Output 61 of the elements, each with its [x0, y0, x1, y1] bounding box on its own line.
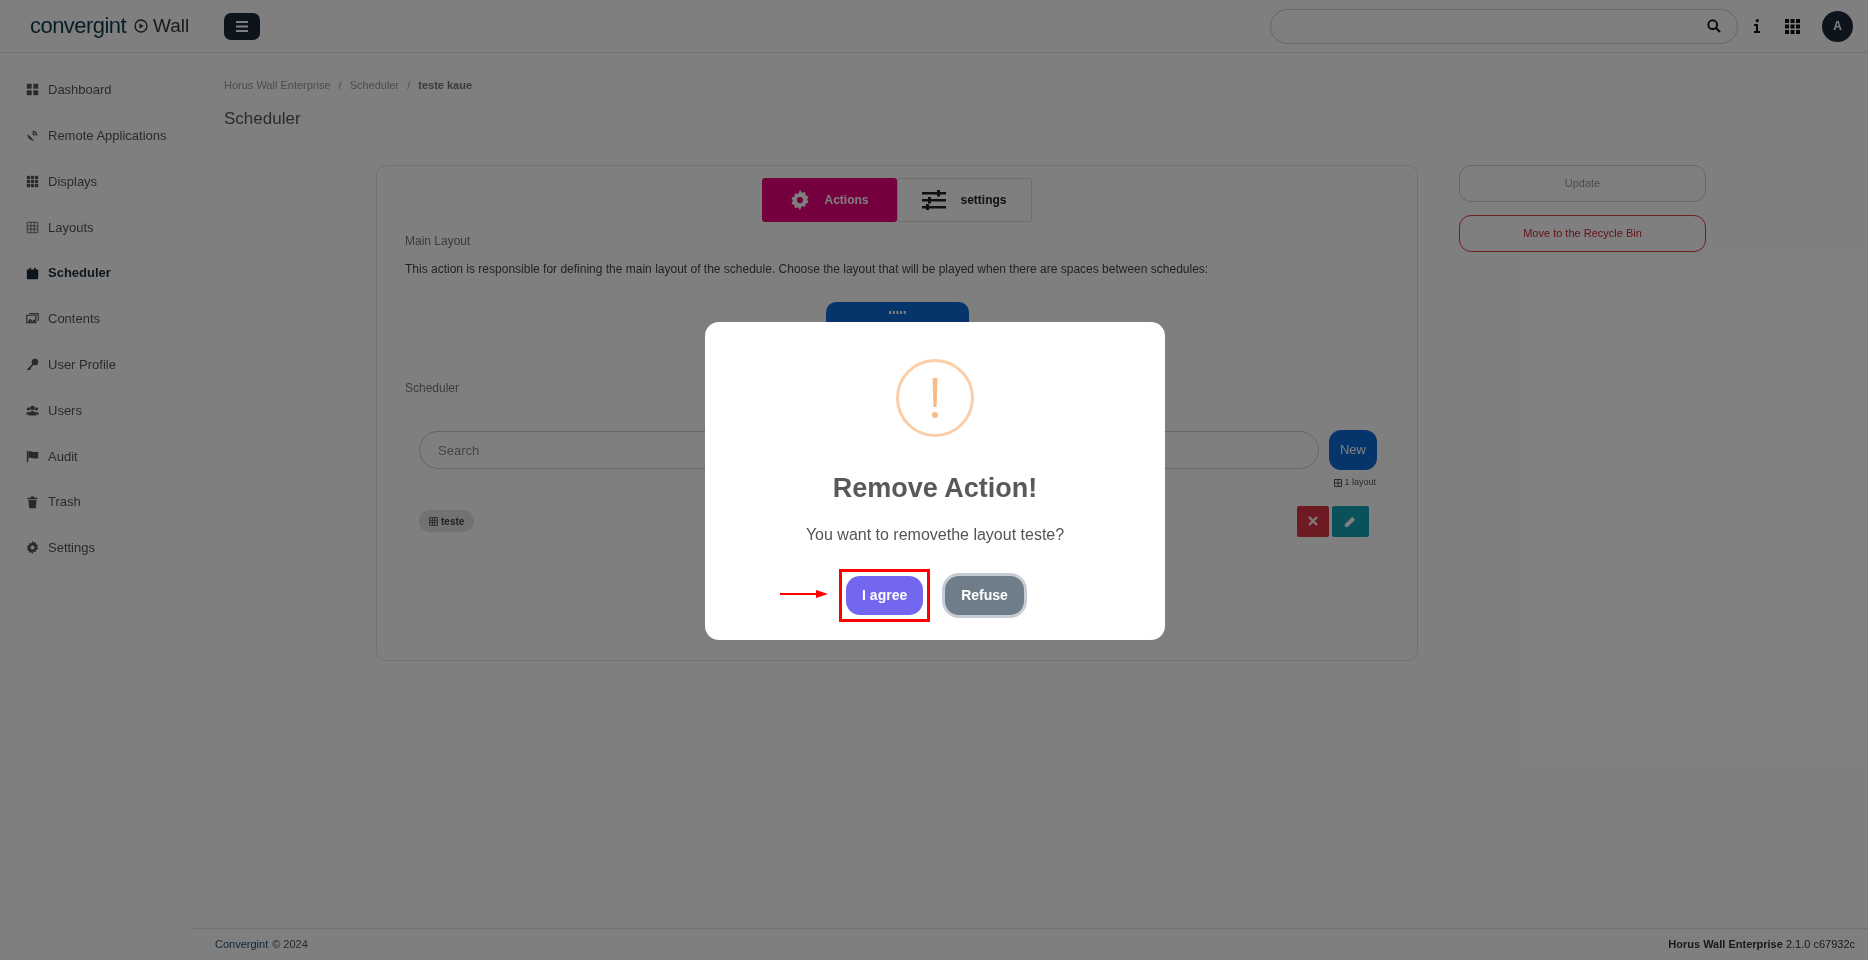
product-name: Wall: [153, 13, 190, 38]
copyright-text: © 2024: [272, 937, 308, 953]
sidebar-item[interactable]: Remote Applications: [0, 112, 190, 159]
dialog-message: You want to removethe layout teste?: [805, 524, 1065, 545]
warning-icon: [895, 358, 975, 438]
new-button[interactable]: New: [1329, 430, 1377, 470]
breadcrumb-current: teste kaue: [418, 78, 473, 93]
menu-icon: [236, 20, 248, 32]
apps-grid-icon[interactable]: [1785, 18, 1800, 34]
pencil-icon: [1344, 514, 1357, 528]
play-circle-icon: [134, 19, 148, 33]
section-label: Scheduler: [405, 380, 461, 397]
images-icon: [26, 312, 39, 326]
sidebar-item[interactable]: Scheduler: [0, 250, 190, 296]
description-text: This action is responsible for defining the main layout of the schedule. Choose the layout that will be played when there are spaces between schedules:: [405, 261, 1210, 278]
page-title: Scheduler: [224, 107, 302, 130]
delete-button[interactable]: [1297, 505, 1329, 537]
sidebar-item[interactable]: Users: [0, 387, 190, 434]
close-icon: [1308, 516, 1318, 526]
breadcrumb-separator: /: [407, 78, 411, 93]
sidebar-item[interactable]: Audit: [0, 433, 190, 480]
key-icon: [26, 358, 39, 372]
dots-icon: [888, 311, 906, 314]
recycle-bin-button[interactable]: Move to the Recycle Bin: [1459, 215, 1706, 252]
layout-icon: [26, 220, 39, 234]
annotation-arrow: [780, 589, 829, 598]
breadcrumb-separator: /: [338, 78, 342, 93]
dashboard-icon: [26, 83, 39, 97]
sidebar-item[interactable]: Dashboard: [0, 67, 190, 113]
satellite-dish-icon: [26, 129, 39, 143]
dialog-title: Remove Action!: [832, 472, 1038, 505]
sliders-icon: [922, 190, 947, 210]
sidebar-item[interactable]: Contents: [0, 296, 190, 342]
version-text: Horus Wall Enterprise 2.1.0 c67932c: [1668, 937, 1855, 953]
users-icon: [26, 403, 39, 417]
tab[interactable]: Actions: [762, 178, 897, 222]
trash-icon: [26, 495, 39, 509]
layout-count: 1 layout: [1344, 476, 1376, 489]
info-icon[interactable]: [1754, 19, 1760, 33]
logo: convergint: [30, 15, 126, 37]
sidebar-item[interactable]: Settings: [0, 524, 190, 571]
settings-icon: [26, 541, 39, 555]
gear-icon: [790, 190, 811, 210]
section-label: Main Layout: [405, 233, 472, 250]
menu-button[interactable]: [224, 12, 260, 40]
sidebar-item[interactable]: Trash: [0, 479, 190, 525]
search-icon: [1707, 19, 1721, 33]
grid-icon: [429, 516, 438, 526]
sidebar-item[interactable]: Layouts: [0, 204, 190, 251]
company-link[interactable]: Convergint: [215, 936, 269, 953]
sidebar-item[interactable]: User Profile: [0, 341, 190, 388]
calendar-icon: [26, 266, 39, 280]
grid-icon: [1334, 478, 1343, 487]
tab[interactable]: settings: [897, 178, 1032, 222]
sidebar-item[interactable]: Displays: [0, 158, 190, 205]
agree-button[interactable]: I agree: [846, 575, 924, 615]
grid-icon: [26, 175, 39, 188]
layout-chip[interactable]: teste: [419, 510, 475, 532]
flag-icon: [26, 449, 39, 463]
refuse-button[interactable]: Refuse: [945, 575, 1024, 615]
user-avatar[interactable]: A: [1822, 10, 1853, 42]
